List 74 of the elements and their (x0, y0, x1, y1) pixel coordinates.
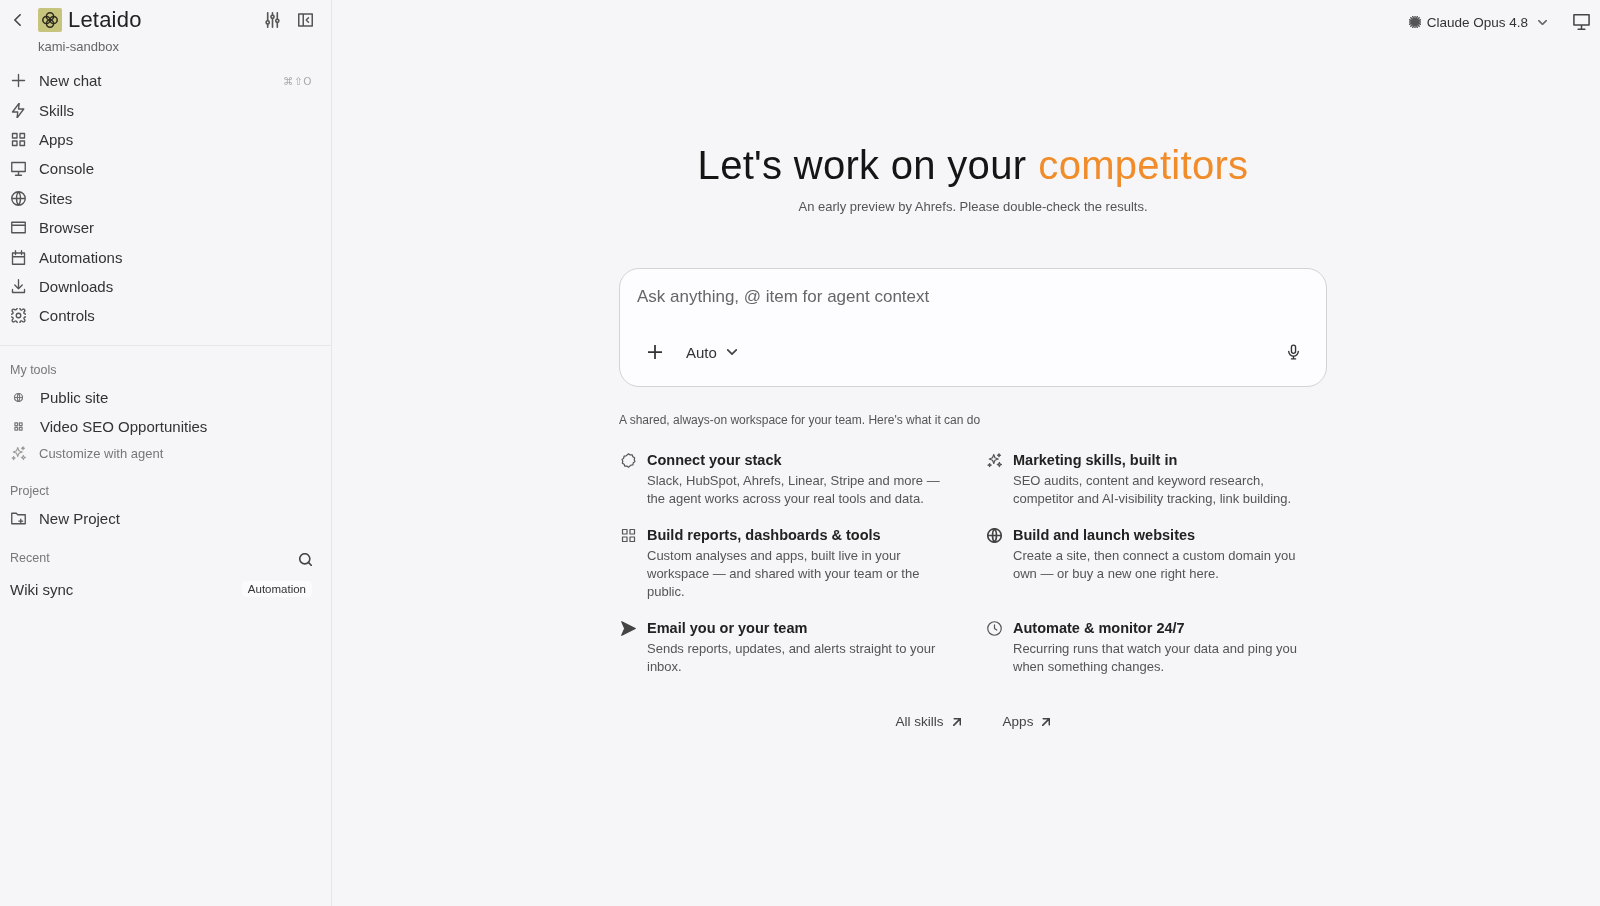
plus-icon (11, 73, 26, 89)
feature-title: Automate & monitor 24/7 (1013, 619, 1186, 638)
footer-link[interactable]: Apps (1002, 713, 1051, 731)
heading-highlight: competitors (1038, 142, 1249, 188)
footer-link[interactable]: All skills (895, 713, 961, 731)
search-icon[interactable] (299, 552, 312, 566)
type-badge: Automation (241, 581, 312, 598)
sliders-icon[interactable] (265, 12, 280, 28)
project-item[interactable]: New Project (10, 510, 120, 528)
arrow-up-right-icon (1042, 718, 1051, 726)
gear-icon (11, 308, 26, 324)
feature-description: Recurring runs that watch your data and ping you when something changes. (1013, 640, 1298, 676)
feature-description: Custom analyses and apps, built live in your workspace — and shared with your team or the public. (647, 547, 921, 601)
send-icon (621, 621, 636, 636)
intro-text: A shared, always-on workspace for your team. Here's what it can do (619, 412, 982, 428)
tool-item[interactable]: Video SEO Opportunities (10, 418, 208, 436)
sparkles-icon (987, 453, 1002, 468)
feature-title: Build and launch websites (1013, 526, 1197, 545)
nav-item[interactable]: Automations (10, 248, 123, 266)
chevron-down-icon (726, 349, 737, 355)
feature-description: Create a site, then connect a custom domain you own — or buy a new one right here. (1013, 547, 1297, 583)
sparkles-icon (11, 445, 26, 461)
folder-plus-icon (11, 511, 26, 527)
workspace-name: kami-sandbox (38, 38, 119, 55)
nav-item[interactable]: Sites (10, 189, 73, 207)
monitor-icon[interactable] (1573, 14, 1590, 30)
shortcut-hint: ⌘⇧O (282, 74, 312, 87)
grid-icon (11, 131, 26, 147)
tool-item[interactable]: Customize with agent (10, 445, 164, 461)
chevron-down-icon (1538, 19, 1547, 25)
lightning-icon (11, 102, 26, 118)
monitor-icon (11, 161, 26, 177)
brand-name: Letaido (68, 7, 142, 33)
calendar-icon (11, 249, 26, 265)
section-label: Project (10, 483, 49, 500)
logo-icon (38, 8, 62, 32)
nav-item[interactable]: Console (10, 160, 95, 178)
section-label: My tools (10, 361, 57, 378)
mode-dropdown[interactable]: Auto (686, 343, 737, 361)
heading-text: Let's work on your (697, 142, 1027, 188)
back-icon[interactable] (14, 14, 21, 26)
download-icon (11, 278, 26, 294)
globe-icon (11, 190, 26, 206)
plus-icon[interactable] (648, 345, 662, 359)
message-input[interactable]: Ask anything, @ item for agent context (637, 285, 1299, 309)
feature-title: Email you or your team (647, 619, 809, 638)
nav-item[interactable]: Apps (10, 130, 74, 148)
feature-title: Marketing skills, built in (1013, 451, 1179, 470)
recent-chat-title[interactable]: Wiki sync (10, 580, 74, 598)
nav-item[interactable]: Browser (10, 219, 94, 237)
arrow-up-right-icon (952, 718, 961, 726)
starburst-icon (1408, 16, 1421, 28)
feature-description: Slack, HubSpot, Ahrefs, Linear, Stripe and more — the agent works across your real tools and data. (647, 472, 941, 508)
microphone-icon[interactable] (1288, 344, 1299, 360)
section-label: Recent (10, 550, 50, 565)
nav-item[interactable]: Downloads (10, 277, 114, 295)
clock-icon (987, 621, 1002, 636)
feature-title: Build reports, dashboards & tools (647, 526, 882, 545)
tool-item[interactable]: Public site (10, 388, 109, 406)
nav-item[interactable]: New chat (10, 72, 102, 90)
seal-icon (621, 453, 636, 468)
feature-title: Connect your stack (647, 451, 783, 470)
subtitle-text: An early preview by Ahrefs. Please double-check the results. (798, 198, 1148, 216)
grid-icon (621, 528, 636, 543)
feature-description: SEO audits, content and keyword research, competitor and AI-visibility tracking, link building. (1013, 472, 1293, 508)
nav-item[interactable]: Controls (10, 307, 95, 325)
globe-icon (987, 528, 1002, 543)
model-selector[interactable]: Claude Opus 4.8 (1408, 14, 1547, 30)
nav-item[interactable]: Skills (10, 101, 74, 119)
feature-description: Sends reports, updates, and alerts straight to your inbox. (647, 640, 937, 676)
grid-icon (14, 422, 23, 432)
browser-window-icon (11, 220, 26, 236)
globe-icon (14, 392, 23, 402)
sidebar-toggle-icon[interactable] (298, 12, 313, 28)
